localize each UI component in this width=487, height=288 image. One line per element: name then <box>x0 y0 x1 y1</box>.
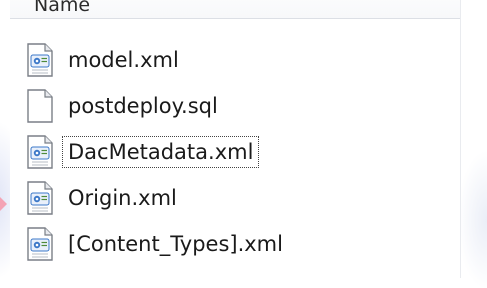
xml-file-icon <box>26 181 54 215</box>
xml-file-icon <box>26 43 54 77</box>
file-row-origin-xml[interactable]: Origin.xml <box>10 175 460 221</box>
file-name: postdeploy.sql <box>68 94 218 118</box>
file-name: model.xml <box>68 48 179 72</box>
file-name: DacMetadata.xml <box>61 136 260 168</box>
file-row-model-xml[interactable]: model.xml <box>10 37 460 83</box>
file-row-dacmetadata-xml[interactable]: DacMetadata.xml <box>10 129 460 175</box>
column-header-name[interactable]: Name <box>10 0 460 19</box>
file-row-content-types-xml[interactable]: [Content_Types].xml <box>10 221 460 267</box>
file-row-postdeploy-sql[interactable]: postdeploy.sql <box>10 83 460 129</box>
xml-file-icon <box>26 227 54 261</box>
background-wash <box>457 150 487 288</box>
column-header-label: Name <box>34 0 91 16</box>
xml-file-icon <box>26 135 54 169</box>
file-name: Origin.xml <box>68 186 177 210</box>
file-list-panel: Name model.xml postdeploy.sql DacMetadat… <box>10 0 461 278</box>
blank-file-icon <box>26 89 54 123</box>
screenshot-stage: Name model.xml postdeploy.sql DacMetadat… <box>0 0 487 288</box>
file-list: model.xml postdeploy.sql DacMetadata.xml… <box>10 37 460 267</box>
file-name: [Content_Types].xml <box>68 232 283 256</box>
